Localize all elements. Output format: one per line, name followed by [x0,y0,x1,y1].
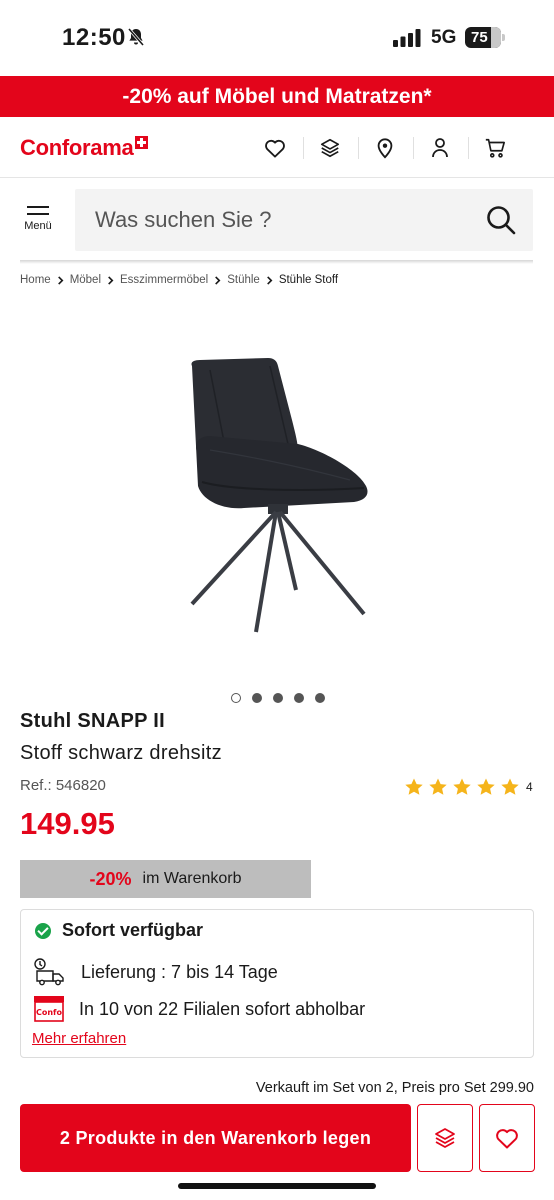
star-icon [477,778,495,795]
home-indicator[interactable] [178,1183,376,1189]
status-time: 12:50 [62,24,126,51]
search-icon [487,206,516,235]
chevron-right-icon [57,275,64,285]
add-to-cart-button[interactable]: 2 Produkte in den Warenkorb legen [20,1104,411,1172]
star-icon [453,778,471,795]
store-icon-label: Confo [36,1008,63,1017]
wishlist-heart-icon[interactable] [262,135,288,161]
account-user-icon[interactable] [427,135,453,161]
heart-icon [496,1129,518,1149]
conforama-logo[interactable]: Conforama [20,135,149,161]
gallery-dot[interactable] [273,693,283,703]
wishlist-button[interactable] [479,1104,535,1172]
store-location-pin-icon[interactable] [372,135,398,161]
menu-label: Menü [24,220,52,232]
availability-box: Sofort verfügbar Lieferung : 7 bis 14 Ta… [20,909,534,1058]
product-subtitle: Stoff schwarz drehsitz [20,742,222,764]
shopping-cart-icon[interactable] [482,135,508,161]
product-ref: Ref.: 546820 [20,777,106,794]
signal-icon [393,29,421,47]
breadcrumb-home[interactable]: Home [20,274,51,286]
pickup-text: In 10 von 22 Filialen sofort abholbar [79,998,366,1019]
hamburger-icon [27,206,49,208]
logo-text: Conforama [20,135,134,160]
status-bar: 12:50 5G 75 [0,0,554,76]
chevron-right-icon [266,275,273,285]
search-input[interactable] [95,204,455,236]
battery-level: 75 [471,29,488,46]
compare-button[interactable] [417,1104,473,1172]
review-count: 4 [526,780,533,794]
chevron-right-icon [215,275,221,285]
breadcrumb-esszimmermoebel[interactable]: Esszimmermöbel [120,274,208,286]
delivery-text: Lieferung : 7 bis 14 Tage [81,961,278,982]
star-icon [405,778,423,795]
site-header: Conforama [0,117,554,178]
promo-banner[interactable]: -20% auf Möbel und Matratzen* [0,76,554,117]
star-icon [501,778,519,795]
search-bar [75,189,533,251]
breadcrumb-moebel[interactable]: Möbel [70,274,101,286]
battery-icon: 75 [465,27,505,48]
more-info-link[interactable]: Mehr erfahren [32,1030,126,1047]
search-button[interactable] [469,189,533,251]
product-image[interactable] [150,340,410,650]
bell-muted-icon [127,28,145,46]
layers-icon [435,1128,455,1148]
discount-percent: -20% [89,868,132,889]
discount-text: im Warenkorb [142,870,242,887]
star-icon [429,778,447,795]
product-rating[interactable]: 4 [404,777,533,797]
product-title: Stuhl SNAPP II [20,710,165,732]
gallery-dot[interactable] [231,693,241,703]
chevron-right-icon [108,275,114,285]
set-info-text: Verkauft im Set von 2, Preis pro Set 299… [255,1080,534,1096]
gallery-dot[interactable] [252,693,262,703]
delivery-truck-icon [34,958,64,986]
product-price: 149.95 [20,806,115,841]
menu-button[interactable]: Menü [20,206,56,240]
gallery-dot[interactable] [315,693,325,703]
gallery-dots [231,693,336,703]
availability-status: Sofort verfügbar [62,920,204,940]
check-circle-icon [35,922,51,939]
compare-layers-icon[interactable] [317,135,343,161]
store-icon: Confo [34,996,64,1022]
breadcrumb-current: Stühle Stoff [278,274,339,286]
breadcrumb-stuehle[interactable]: Stühle [227,274,260,286]
network-type: 5G [431,27,457,48]
gallery-dot[interactable] [294,693,304,703]
breadcrumb: Home Möbel Esszimmermöbel Stühle Stühle … [20,274,338,286]
discount-badge: -20% im Warenkorb [20,860,311,898]
swiss-cross-icon [135,136,149,149]
